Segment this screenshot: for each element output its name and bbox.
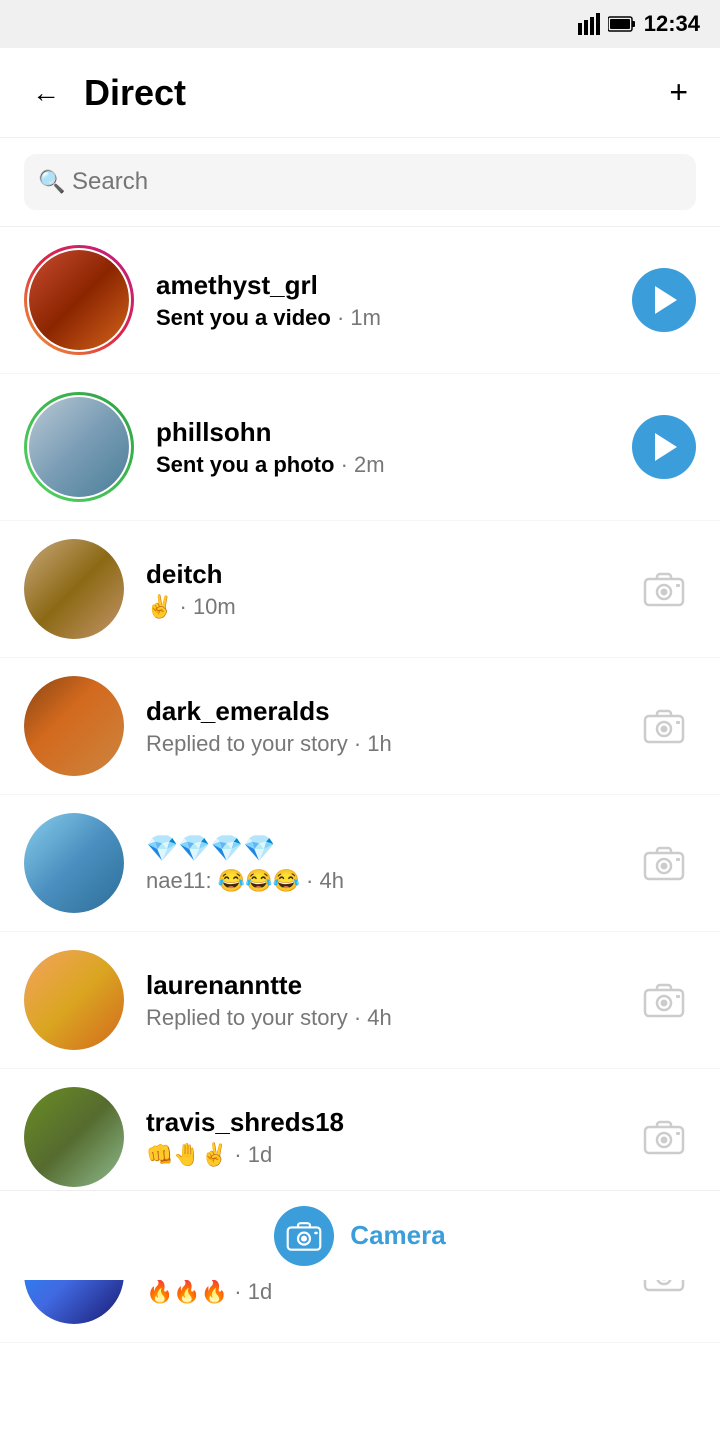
message-preview: 🔥🔥🔥 · 1d [146, 1279, 616, 1305]
status-icons: 12:34 [578, 11, 700, 37]
avatar [24, 539, 124, 639]
avatar [29, 397, 129, 497]
avatar-wrapper [24, 1087, 124, 1187]
message-info: dark_emeralds Replied to your story · 1h [146, 696, 616, 757]
list-item[interactable]: amethyst_grl Sent you a video · 1m [0, 227, 720, 374]
list-item[interactable]: 💎💎💎💎 nae11: 😂😂😂 · 4h [0, 795, 720, 932]
bottom-bar: Camera [0, 1190, 720, 1280]
camera-label[interactable]: Camera [350, 1220, 445, 1251]
list-item[interactable]: dark_emeralds Replied to your story · 1h [0, 658, 720, 795]
message-info: 💎💎💎💎 nae11: 😂😂😂 · 4h [146, 833, 616, 894]
avatar-wrapper [24, 392, 134, 502]
search-wrapper: 🔍 [24, 154, 696, 210]
play-button[interactable] [632, 415, 696, 479]
list-item[interactable]: laurenanntte Replied to your story · 4h [0, 932, 720, 1069]
message-preview: nae11: 😂😂😂 · 4h [146, 868, 616, 894]
avatar [24, 1087, 124, 1187]
username: amethyst_grl [156, 270, 616, 301]
list-item[interactable]: travis_shreds18 👊🤚✌ · 1d [0, 1069, 720, 1206]
story-ring-green [24, 392, 134, 502]
message-info: amethyst_grl Sent you a video · 1m [156, 270, 616, 331]
camera-icon [632, 968, 696, 1032]
avatar [24, 813, 124, 913]
avatar-wrapper [24, 539, 124, 639]
message-list: amethyst_grl Sent you a video · 1m phill… [0, 227, 720, 1343]
avatar [24, 676, 124, 776]
back-button[interactable]: ← [24, 69, 68, 117]
message-info: laurenanntte Replied to your story · 4h [146, 970, 616, 1031]
new-message-button[interactable]: + [661, 66, 696, 119]
username: dark_emeralds [146, 696, 616, 727]
list-item[interactable]: phillsohn Sent you a photo · 2m [0, 374, 720, 521]
story-ring-gradient [24, 245, 134, 355]
camera-button[interactable] [274, 1206, 334, 1266]
username: deitch [146, 559, 616, 590]
message-info: deitch ✌ · 10m [146, 559, 616, 620]
message-preview: Replied to your story · 1h [146, 731, 616, 757]
message-info: phillsohn Sent you a photo · 2m [156, 417, 616, 478]
avatar [24, 950, 124, 1050]
list-item[interactable]: deitch ✌ · 10m [0, 521, 720, 658]
camera-icon [632, 1105, 696, 1169]
battery-icon [608, 15, 636, 33]
avatar-wrapper [24, 245, 134, 355]
camera-icon [632, 831, 696, 895]
search-input[interactable] [24, 154, 696, 210]
avatar [29, 250, 129, 350]
avatar-wrapper [24, 813, 124, 913]
signal-icon [578, 13, 600, 35]
status-bar: 12:34 [0, 0, 720, 48]
avatar-inner [27, 248, 131, 352]
search-icon: 🔍 [38, 169, 65, 195]
camera-icon [632, 694, 696, 758]
message-preview: Sent you a video · 1m [156, 305, 616, 331]
message-preview: 👊🤚✌ · 1d [146, 1142, 616, 1168]
status-time: 12:34 [644, 11, 700, 37]
message-info: travis_shreds18 👊🤚✌ · 1d [146, 1107, 616, 1168]
avatar-wrapper [24, 676, 124, 776]
username: laurenanntte [146, 970, 616, 1001]
username: 💎💎💎💎 [146, 833, 616, 864]
avatar-inner [27, 395, 131, 499]
play-button[interactable] [632, 268, 696, 332]
message-preview: Replied to your story · 4h [146, 1005, 616, 1031]
username: travis_shreds18 [146, 1107, 616, 1138]
header: ← Direct + [0, 48, 720, 138]
username: phillsohn [156, 417, 616, 448]
camera-icon [632, 557, 696, 621]
avatar-wrapper [24, 950, 124, 1050]
message-preview: ✌ · 10m [146, 594, 616, 620]
page-title: Direct [84, 72, 661, 114]
search-container: 🔍 [0, 138, 720, 227]
message-preview: Sent you a photo · 2m [156, 452, 616, 478]
